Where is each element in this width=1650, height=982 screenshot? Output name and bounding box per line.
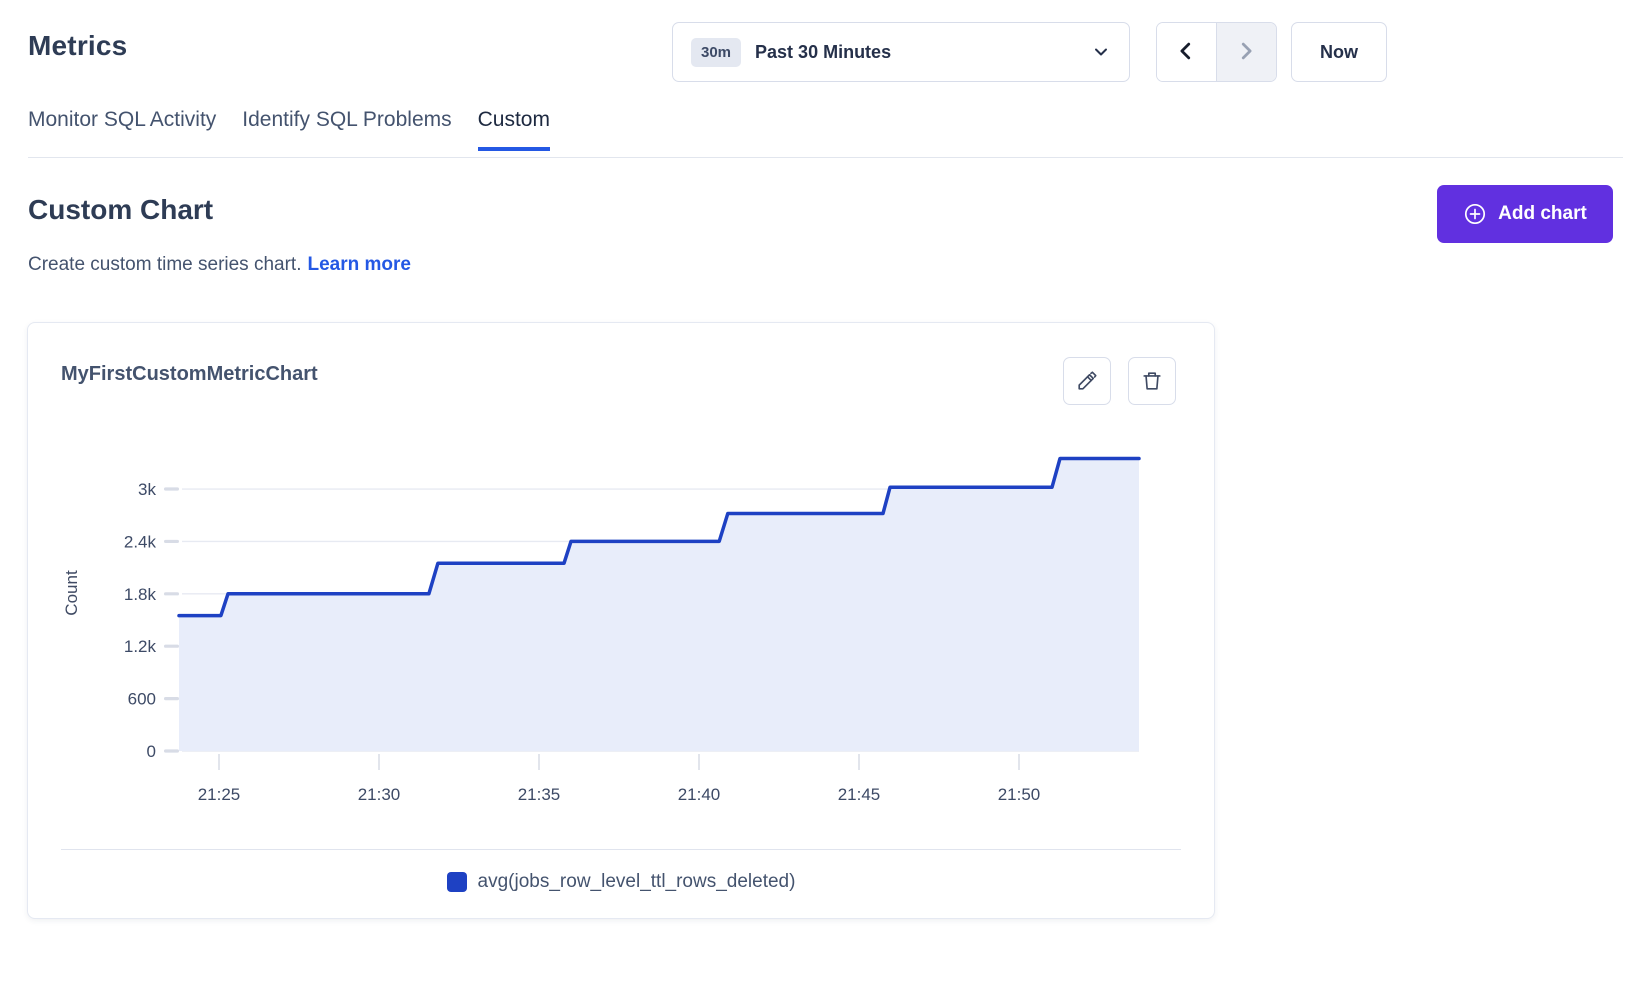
svg-text:1.2k: 1.2k (124, 637, 157, 656)
svg-text:21:45: 21:45 (838, 785, 881, 804)
custom-chart-card: MyFirstCustomMetricChart 0 600 1.2k 1.8k 2.4… (27, 322, 1215, 919)
next-time-button[interactable] (1217, 23, 1277, 81)
chevron-right-icon (1235, 40, 1257, 65)
chart-title: MyFirstCustomMetricChart (61, 363, 318, 386)
chevron-down-icon (1091, 42, 1111, 62)
svg-text:21:30: 21:30 (358, 785, 401, 804)
tab-divider (28, 157, 1623, 158)
delete-chart-button[interactable] (1128, 357, 1176, 405)
time-series-chart[interactable]: 0 600 1.2k 1.8k 2.4k 3k 21:25 21:30 21:35 21:40 21… (61, 421, 1181, 811)
section-subtitle: Create custom time series chart. Learn mo… (28, 254, 411, 276)
time-range-badge: 30m (691, 38, 741, 67)
svg-text:21:25: 21:25 (198, 785, 241, 804)
learn-more-link[interactable]: Learn more (307, 254, 410, 275)
tab-identify-sql-problems[interactable]: Identify SQL Problems (242, 108, 451, 151)
time-pager (1156, 22, 1277, 82)
legend-label: avg(jobs_row_level_ttl_rows_deleted) (478, 871, 796, 893)
svg-text:1.8k: 1.8k (124, 585, 157, 604)
svg-text:21:50: 21:50 (998, 785, 1041, 804)
svg-text:Count: Count (62, 570, 81, 616)
chevron-left-icon (1175, 40, 1197, 65)
svg-text:2.4k: 2.4k (124, 532, 157, 551)
now-button[interactable]: Now (1291, 22, 1387, 82)
time-range-select[interactable]: 30m Past 30 Minutes (672, 22, 1130, 82)
svg-text:3k: 3k (138, 480, 156, 499)
tab-monitor-sql-activity[interactable]: Monitor SQL Activity (28, 108, 216, 151)
svg-text:21:40: 21:40 (678, 785, 721, 804)
add-chart-button[interactable]: Add chart (1437, 185, 1613, 243)
trash-icon (1141, 370, 1163, 392)
edit-chart-button[interactable] (1063, 357, 1111, 405)
legend-swatch (447, 872, 467, 892)
legend-divider (61, 849, 1181, 850)
svg-text:0: 0 (147, 742, 156, 761)
plus-circle-icon (1463, 202, 1487, 226)
time-range-label: Past 30 Minutes (755, 42, 891, 63)
add-chart-label: Add chart (1498, 203, 1587, 225)
subtitle-text: Create custom time series chart. (28, 254, 301, 275)
metrics-page: Metrics 30m Past 30 Minutes Now Monitor … (0, 0, 1650, 982)
page-title: Metrics (28, 30, 127, 62)
section-heading: Custom Chart (28, 194, 213, 226)
svg-text:21:35: 21:35 (518, 785, 561, 804)
chart-legend: avg(jobs_row_level_ttl_rows_deleted) (61, 871, 1181, 893)
pencil-icon (1076, 370, 1098, 392)
tab-custom[interactable]: Custom (478, 108, 550, 151)
prev-time-button[interactable] (1157, 23, 1217, 81)
svg-text:600: 600 (128, 690, 156, 709)
tab-bar: Monitor SQL Activity Identify SQL Proble… (28, 108, 550, 151)
